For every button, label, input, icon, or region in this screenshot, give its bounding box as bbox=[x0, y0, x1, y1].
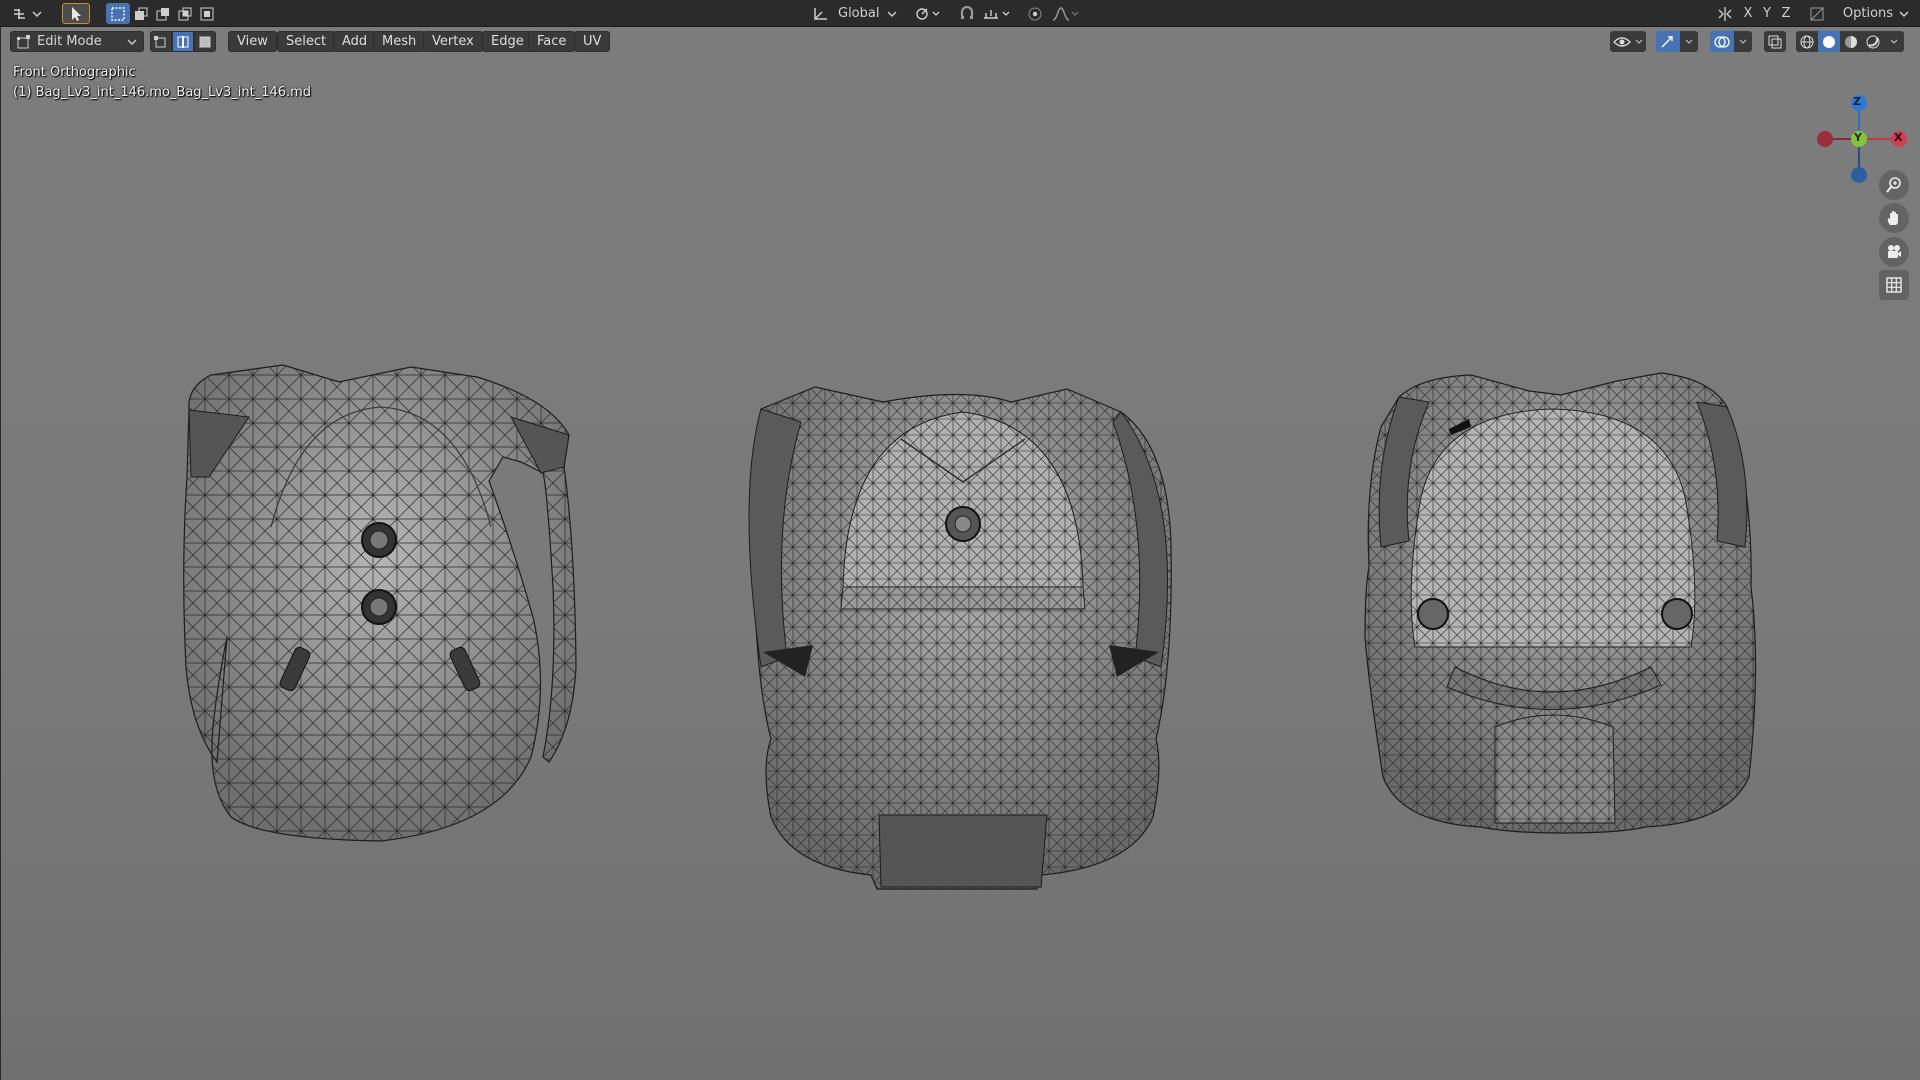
shading-dropdown[interactable] bbox=[1884, 31, 1904, 52]
face-select-button[interactable] bbox=[194, 31, 216, 52]
3d-viewport[interactable]: Front Orthographic (1) Bag_Lv3_int_146.m… bbox=[0, 27, 1920, 1080]
visibility-dropdown[interactable] bbox=[1610, 31, 1646, 52]
tool-header: Global X Y Z Options bbox=[0, 0, 1920, 27]
chevron-down-icon bbox=[1899, 10, 1909, 18]
gizmo-x-label: X bbox=[1894, 131, 1903, 144]
camera-icon[interactable] bbox=[1879, 237, 1909, 267]
blender-window: Global X Y Z Options Front Orthographic … bbox=[0, 0, 1920, 1080]
menu-uv[interactable]: UV bbox=[574, 31, 611, 52]
mirror-x-label: X bbox=[1743, 6, 1753, 21]
mode-label: Edit Mode bbox=[37, 34, 102, 49]
orientation-label: Global bbox=[838, 6, 880, 21]
chevron-down-icon bbox=[887, 10, 897, 18]
gizmo-icon bbox=[1660, 35, 1676, 49]
eye-icon bbox=[1613, 36, 1631, 48]
menu-mesh[interactable]: Mesh bbox=[373, 31, 426, 52]
box-select-icon[interactable] bbox=[106, 3, 130, 24]
gizmo-dropdown[interactable] bbox=[1680, 31, 1698, 52]
viewport-models bbox=[183, 364, 1757, 890]
proportional-falloff-icon[interactable] bbox=[1050, 3, 1084, 24]
menu-face[interactable]: Face bbox=[528, 31, 576, 52]
zoom-icon[interactable] bbox=[1879, 170, 1909, 200]
menu-edge[interactable]: Edge bbox=[482, 31, 533, 52]
transform-orientation-dropdown[interactable]: Global bbox=[806, 3, 906, 24]
orientation-axes-icon bbox=[812, 6, 830, 22]
select-invert-icon[interactable] bbox=[174, 3, 196, 24]
proportional-edit-icon[interactable] bbox=[1024, 3, 1046, 24]
overlay-icon bbox=[1714, 35, 1730, 49]
transform-pivot-icon[interactable] bbox=[912, 3, 946, 24]
options-dropdown[interactable]: Options bbox=[1836, 3, 1916, 24]
overlay-toggle[interactable] bbox=[1710, 31, 1734, 52]
mirror-x-toggle[interactable]: X bbox=[1740, 3, 1756, 24]
topology-mirror-icon[interactable] bbox=[1806, 3, 1828, 24]
face-select-icon bbox=[198, 35, 212, 49]
hand-pan-icon[interactable] bbox=[1879, 203, 1909, 233]
select-subtract-icon[interactable] bbox=[152, 3, 174, 24]
menu-view[interactable]: View bbox=[228, 31, 277, 52]
mirror-y-toggle[interactable]: Y bbox=[1759, 3, 1775, 24]
object-name-label: (1) Bag_Lv3_int_146.mo_Bag_Lv3_int_146.m… bbox=[13, 85, 312, 100]
gizmo-y-label: Y bbox=[1854, 131, 1862, 144]
mirror-icon[interactable] bbox=[1714, 3, 1736, 24]
menu-select[interactable]: Select bbox=[277, 31, 336, 52]
solid-sphere-icon bbox=[1822, 35, 1836, 49]
edge-select-button[interactable] bbox=[172, 31, 194, 52]
mirror-z-toggle[interactable]: Z bbox=[1778, 3, 1794, 24]
mirror-z-label: Z bbox=[1781, 6, 1791, 21]
select-intersect-icon[interactable] bbox=[196, 3, 218, 24]
editor-type-icon[interactable] bbox=[8, 3, 48, 24]
chevron-down-icon bbox=[1890, 39, 1898, 45]
chevron-down-icon bbox=[1635, 39, 1643, 45]
menu-vertex[interactable]: Vertex bbox=[423, 31, 483, 52]
wireframe-sphere-icon bbox=[1800, 35, 1814, 49]
select-extend-icon[interactable] bbox=[130, 3, 152, 24]
edit-mode-icon bbox=[17, 34, 31, 49]
shading-rendered-button[interactable] bbox=[1862, 31, 1884, 52]
snap-icon[interactable] bbox=[955, 3, 979, 24]
chevron-down-icon bbox=[1685, 39, 1693, 45]
mode-dropdown[interactable]: Edit Mode bbox=[10, 31, 144, 52]
chevron-down-icon bbox=[1739, 39, 1747, 45]
vertex-select-button[interactable] bbox=[150, 31, 172, 52]
viewport-header: Edit Mode View Select Add Mesh Vertex Ed… bbox=[0, 27, 1920, 55]
material-sphere-icon bbox=[1844, 35, 1858, 49]
backpack-front-view[interactable] bbox=[748, 386, 1172, 890]
shading-solid-button[interactable] bbox=[1818, 31, 1840, 52]
mirror-y-label: Y bbox=[1763, 6, 1771, 21]
shading-material-button[interactable] bbox=[1840, 31, 1862, 52]
backpack-back-view[interactable] bbox=[183, 364, 577, 842]
gizmo-toggle[interactable] bbox=[1656, 31, 1680, 52]
snap-target-icon[interactable] bbox=[980, 3, 1016, 24]
backpack-rear-view[interactable] bbox=[1364, 372, 1757, 834]
vertex-select-icon bbox=[154, 35, 168, 49]
shading-wireframe-button[interactable] bbox=[1796, 31, 1818, 52]
options-label: Options bbox=[1842, 6, 1894, 21]
gizmo-z-label: Z bbox=[1853, 95, 1861, 108]
overlay-dropdown[interactable] bbox=[1734, 31, 1752, 52]
xray-toggle[interactable] bbox=[1764, 31, 1786, 52]
chevron-down-icon bbox=[127, 38, 137, 46]
menu-add[interactable]: Add bbox=[333, 31, 377, 52]
edge-select-icon bbox=[176, 35, 190, 49]
select-cursor-icon[interactable] bbox=[62, 3, 90, 24]
grid-icon[interactable] bbox=[1879, 270, 1909, 300]
view-name-label: Front Orthographic bbox=[13, 65, 136, 80]
rendered-sphere-icon bbox=[1866, 35, 1880, 49]
xray-icon bbox=[1768, 35, 1782, 49]
